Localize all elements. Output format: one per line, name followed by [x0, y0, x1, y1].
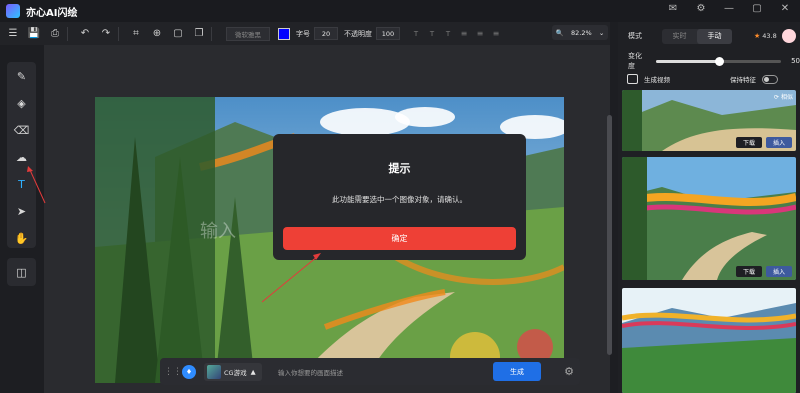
window-controls: ✉ ⚙ — ▢ ✕ — [666, 3, 792, 14]
mode-manual[interactable]: 手动 — [697, 28, 732, 44]
layers-button[interactable]: ◫ — [7, 258, 36, 286]
frame-icon[interactable]: ▢ — [170, 26, 186, 42]
brush-icon[interactable]: ✎ — [13, 68, 31, 85]
app-logo — [6, 4, 20, 18]
card-actions: 下载 插入 — [735, 137, 792, 148]
align-left-icon[interactable]: T — [408, 26, 424, 42]
opacity-input[interactable]: 100 — [376, 27, 400, 40]
confirm-button[interactable]: 确定 — [283, 227, 516, 250]
minimize-button[interactable]: — — [722, 3, 736, 14]
dialog-title: 提示 — [388, 162, 411, 175]
right-panel: 模式 实时 手动 ★ 43.8 变化度 50 生成视频 保持特征 ⟳ 相似 下载 … — [618, 22, 800, 393]
align-right-icon[interactable]: ≡ — [488, 26, 504, 42]
download-button[interactable]: 下载 — [735, 266, 762, 277]
zoom-search-icon: 🔍 — [555, 28, 564, 37]
font-size-label: 字号 — [296, 29, 310, 38]
result-card[interactable]: ⟳ 相似 下载 插入 — [622, 90, 796, 151]
result-thumbnail — [622, 288, 796, 393]
lasso-icon[interactable]: ☁ — [13, 149, 31, 166]
print-icon[interactable]: ⎙ — [47, 26, 63, 42]
mode-row: 模式 实时 手动 ★ 43.8 — [618, 26, 800, 46]
maximize-button[interactable]: ▢ — [750, 3, 764, 14]
align-justify-icon[interactable]: ≡ — [456, 26, 472, 42]
text-color-swatch[interactable] — [278, 27, 290, 40]
strength-label: 变化度 — [628, 52, 642, 70]
keep-features-toggle[interactable] — [762, 74, 778, 84]
model-name: CG游戏 — [224, 368, 247, 377]
strength-slider-thumb[interactable] — [714, 56, 724, 66]
result-card[interactable] — [622, 288, 796, 393]
title-bar: 亦心AI闪绘 ✉ ⚙ — ▢ ✕ — [0, 0, 800, 22]
menu-icon[interactable]: ☰ — [5, 26, 21, 42]
mode-label: 模式 — [628, 32, 642, 40]
result-card[interactable]: 下载 插入 — [622, 157, 796, 280]
app-title: 亦心AI闪绘 — [26, 7, 78, 19]
text-icon[interactable]: T — [13, 176, 31, 193]
undo-icon[interactable]: ↶ — [77, 26, 93, 42]
hand-icon[interactable]: ✋ — [13, 230, 31, 247]
bold-icon[interactable]: T — [424, 26, 440, 42]
card-actions: 下载 插入 — [735, 266, 792, 277]
redo-icon[interactable]: ↷ — [98, 26, 114, 42]
mode-switch: 实时 手动 — [662, 28, 732, 44]
strength-slider[interactable] — [656, 56, 782, 66]
strength-slider-fill — [656, 59, 719, 63]
chevron-down-icon: ⌄ — [598, 28, 605, 37]
credit-icon: ★ — [754, 32, 761, 40]
insert-button[interactable]: 插入 — [765, 137, 792, 148]
mail-icon[interactable]: ✉ — [666, 3, 680, 14]
prompt-dialog: 提示 此功能需要选中一个图像对象，请确认。 确定 — [273, 134, 526, 260]
font-size-input[interactable]: 20 — [314, 27, 338, 40]
canvas-scrollbar[interactable] — [607, 115, 612, 355]
keep-features-label: 保持特征 — [730, 76, 756, 84]
prompt-bar: ⋮⋮ ♦ CG游戏 ▲ 输入你想要的画面描述 生成 — [160, 358, 580, 385]
top-toolbar: ☰ 💾 ⎙ ↶ ↷ ⌗ ⊕ ▢ ❐ 微软雅黑 字号 20 不透明度 100 T … — [0, 22, 610, 45]
similar-button[interactable]: ⟳ 相似 — [774, 92, 793, 101]
zoom-control[interactable]: 🔍 82.2% ⌄ — [552, 25, 608, 40]
credits-value: 43.8 — [762, 32, 777, 40]
toolbar-divider — [118, 26, 119, 41]
crop-icon[interactable]: ⌗ — [128, 26, 144, 42]
generate-video-row: 生成视频 保持特征 — [618, 72, 800, 86]
canvas-watermark-text: 输入 — [200, 221, 236, 242]
strength-value: 50 — [791, 57, 800, 65]
add-icon[interactable]: ⊕ — [149, 26, 165, 42]
download-button[interactable]: 下载 — [735, 137, 762, 148]
eraser-icon[interactable]: ⌫ — [13, 122, 31, 139]
settings-icon[interactable]: ⚙ — [694, 3, 708, 14]
model-selector[interactable]: CG游戏 ▲ — [204, 362, 262, 381]
zoom-value: 82.2% — [570, 28, 592, 37]
generate-button[interactable]: 生成 — [493, 362, 541, 381]
strength-row: 变化度 50 — [618, 52, 800, 70]
layers-icon: ◫ — [16, 265, 27, 279]
dialog-message: 此功能需要选中一个图像对象，请确认。 — [332, 195, 467, 204]
caret-up-icon: ▲ — [250, 367, 256, 376]
credits: ★ 43.8 — [754, 32, 777, 40]
similar-label: 相似 — [780, 94, 793, 101]
toolbar-divider — [67, 26, 68, 41]
avatar[interactable] — [782, 29, 796, 43]
save-icon[interactable]: 💾 — [26, 26, 42, 42]
select-arrow-icon[interactable]: ➤ — [13, 203, 31, 220]
result-thumbnail — [622, 157, 796, 280]
opacity-label: 不透明度 — [344, 29, 372, 38]
fill-icon[interactable]: ◈ — [13, 95, 31, 112]
generate-video-label[interactable]: 生成视频 — [644, 74, 670, 84]
mode-realtime[interactable]: 实时 — [662, 29, 697, 44]
italic-icon[interactable]: T — [440, 26, 456, 42]
toolbar-divider — [211, 26, 212, 41]
align-center-icon[interactable]: ≡ — [472, 26, 488, 42]
drag-handle-icon[interactable]: ⋮⋮ — [164, 367, 182, 377]
insert-button[interactable]: 插入 — [765, 266, 792, 277]
duplicate-icon[interactable]: ❐ — [191, 26, 207, 42]
model-thumbnail — [207, 364, 221, 379]
prompt-input[interactable]: 输入你想要的画面描述 — [278, 367, 493, 377]
generation-settings-icon[interactable]: ⚙ — [561, 363, 577, 379]
font-select[interactable]: 微软雅黑 — [226, 26, 270, 41]
close-button[interactable]: ✕ — [778, 3, 792, 14]
video-icon — [627, 74, 638, 84]
style-icon[interactable]: ♦ — [182, 364, 196, 379]
tool-palette: ✎ ◈ ⌫ ☁ T ➤ ✋ — [7, 62, 36, 248]
